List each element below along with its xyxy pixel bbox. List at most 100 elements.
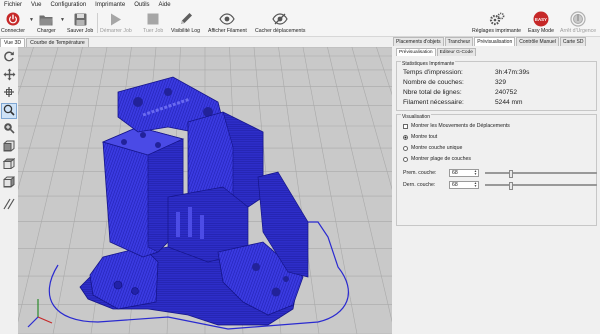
stat-label: Filament nécessaire: (403, 99, 464, 106)
menu-view[interactable]: Vue (31, 2, 41, 8)
connect-dropdown-icon[interactable]: ▼ (29, 17, 34, 23)
show-all-radio[interactable]: Montre tout (403, 134, 437, 140)
menu-printer[interactable]: Imprimante (95, 2, 125, 8)
zoom-in-icon (3, 122, 15, 136)
view-front-tool[interactable] (1, 139, 17, 155)
preview-subtabs: Prévisualisation Editeur G-Code (396, 48, 477, 56)
model-hole (164, 88, 172, 96)
last-layer-slider-handle[interactable] (508, 182, 513, 190)
first-layer-slider-handle[interactable] (508, 170, 513, 178)
save-icon (72, 11, 88, 27)
tab-sd-card[interactable]: Carte SD (559, 37, 587, 46)
easy-mode-button[interactable]: EASY Easy Mode (528, 11, 554, 34)
load-dropdown-icon[interactable]: ▼ (60, 17, 65, 23)
cube-side-icon (3, 175, 15, 190)
model-hole (155, 142, 161, 148)
kill-job-label: Tuer Job (143, 28, 164, 34)
zoom-tool[interactable] (1, 103, 17, 119)
model-hole (252, 263, 260, 271)
model-hole (121, 139, 127, 145)
rotate-tool[interactable] (1, 49, 17, 65)
last-layer-slider[interactable] (485, 182, 597, 190)
model-hole (113, 280, 123, 290)
subtab-preview[interactable]: Prévisualisation (396, 48, 436, 56)
radio-button[interactable] (403, 134, 408, 140)
tab-slicer[interactable]: Trancheur (444, 37, 474, 46)
layer-range-radio[interactable]: Montrer plage de couches (403, 156, 471, 162)
show-filament-label: Afficher Filament (208, 28, 247, 34)
save-job-button[interactable]: Sauver Job (67, 11, 93, 34)
single-layer-radio[interactable]: Montre couche unique (403, 145, 462, 151)
single-layer-label: Montre couche unique (411, 145, 463, 151)
subtab-gcode-editor[interactable]: Editeur G-Code (436, 48, 476, 56)
last-layer-row: Dern. couche: 68 ▲ ▼ (403, 181, 598, 190)
view-side-tool[interactable] (1, 175, 17, 191)
parallel-lines-icon (3, 198, 15, 212)
toolbar-separator (97, 13, 98, 33)
radio-button[interactable] (403, 156, 408, 162)
connect-button[interactable]: Connecter (1, 11, 25, 34)
tab-object-placement[interactable]: Placements d'objets (393, 37, 444, 46)
tab-temperature-curve[interactable]: Courbe de Température (26, 38, 89, 47)
view-tabs: Vue 3D Courbe de Température (0, 38, 90, 47)
first-layer-slider[interactable] (485, 170, 597, 178)
last-layer-spinbox[interactable]: 68 ▲ ▼ (449, 181, 479, 189)
printer-stats-title: Statistiques Imprimante (401, 61, 456, 67)
easy-mode-label: Easy Mode (528, 28, 554, 34)
stat-value: 5244 mm (495, 99, 523, 106)
emergency-stop-button[interactable]: Arrêt d'Urgence (560, 11, 596, 34)
show-travel-checkbox[interactable]: Montrer les Mouvements de Déplacements (403, 123, 510, 129)
tab-3d-view[interactable]: Vue 3D (0, 38, 26, 47)
model-hole (283, 276, 289, 282)
print-bed-scene (18, 47, 392, 334)
hide-travel-button[interactable]: Cacher déplacements (255, 11, 305, 34)
first-layer-spinbox[interactable]: 68 ▲ ▼ (449, 169, 479, 177)
checkbox-box[interactable] (403, 123, 408, 129)
first-layer-label: Prem. couche: (403, 170, 437, 176)
model-hole (131, 287, 139, 295)
model-pillar (188, 207, 192, 237)
log-visibility-label: Visibilité Log (171, 28, 201, 34)
model-pillar (200, 215, 204, 239)
emergency-stop-label: Arrêt d'Urgence (560, 28, 597, 34)
save-job-label: Sauver Job (67, 28, 94, 34)
right-panel: Placements d'objets Trancheur Prévisuali… (393, 37, 600, 334)
menu-file[interactable]: Fichier (4, 2, 22, 8)
show-travel-label: Montrer les Mouvements de Déplacements (411, 123, 510, 129)
layer-range-label: Montrer plage de couches (411, 156, 471, 162)
cube-top-icon (2, 157, 16, 172)
spin-arrows-icon[interactable]: ▲ ▼ (474, 169, 477, 176)
show-filament-button[interactable]: Afficher Filament (208, 11, 247, 34)
eye-slash-icon (272, 11, 288, 27)
zoom-in-tool[interactable] (1, 121, 17, 137)
move-tool[interactable] (1, 67, 17, 83)
menu-configuration[interactable]: Configuration (50, 2, 86, 8)
menu-bar: Fichier Vue Configuration Imprimante Out… (0, 0, 600, 10)
cube-front-icon (3, 140, 15, 154)
model-pillar (176, 212, 180, 237)
hide-travel-label: Cacher déplacements (255, 28, 306, 34)
tab-preview[interactable]: Prévisualisation (474, 37, 516, 46)
panel-tabs: Placements d'objets Trancheur Prévisuali… (393, 37, 587, 46)
first-layer-row: Prem. couche: 68 ▲ ▼ (403, 169, 598, 178)
play-icon (108, 11, 124, 27)
parallel-view-tool[interactable] (1, 197, 17, 213)
show-all-label: Montre tout (411, 134, 438, 140)
tab-manual-control[interactable]: Contrôle Manuel (516, 37, 559, 46)
kill-job-button[interactable]: Tuer Job (143, 11, 163, 34)
view-top-tool[interactable] (1, 157, 17, 173)
radio-button[interactable] (403, 145, 408, 151)
menu-help[interactable]: Aide (159, 2, 171, 8)
stat-label: Nbre total de lignes: (403, 89, 462, 96)
start-job-button[interactable]: Démarrer Job (100, 11, 132, 34)
log-visibility-button[interactable]: Visibilité Log (171, 11, 200, 34)
stop-icon (145, 11, 161, 27)
toolbar: Connecter ▼ Charger ▼ Sauver Job Démarre… (0, 10, 600, 37)
3d-viewport[interactable] (18, 47, 392, 334)
printer-stats-group: Statistiques Imprimante Temps d'impressi… (396, 61, 597, 111)
move-object-tool[interactable] (1, 85, 17, 101)
printer-settings-button[interactable]: Réglages imprimante (472, 11, 521, 34)
load-button[interactable]: Charger (37, 11, 56, 34)
spin-arrows-icon[interactable]: ▲ ▼ (474, 181, 477, 188)
menu-tools[interactable]: Outils (134, 2, 149, 8)
